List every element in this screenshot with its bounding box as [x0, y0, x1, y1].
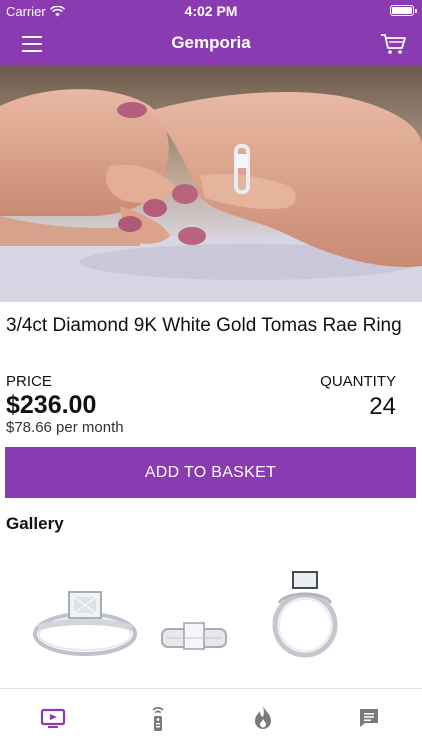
- gallery-title: Gallery: [6, 514, 64, 533]
- status-bar: Carrier 4:02 PM: [0, 0, 422, 22]
- gallery: [0, 552, 422, 672]
- product-title: 3/4ct Diamond 9K White Gold Tomas Rae Ri…: [6, 315, 402, 336]
- monthly-price: $78.66 per month: [6, 419, 124, 436]
- menu-button[interactable]: [18, 32, 46, 56]
- navbar: Gemporia: [0, 22, 422, 66]
- ring-flat-view-image[interactable]: [158, 617, 230, 662]
- cart-button[interactable]: [378, 30, 408, 58]
- quantity-label: QUANTITY: [320, 373, 396, 390]
- chat-icon: [360, 709, 378, 727]
- app-header: Carrier 4:02 PM Gemporia: [0, 0, 422, 66]
- tv-icon: [40, 708, 66, 728]
- hand-wearing-ring-image: [0, 66, 422, 302]
- tab-chat[interactable]: [354, 703, 384, 733]
- status-time: 4:02 PM: [184, 3, 238, 19]
- tab-remote[interactable]: [143, 703, 173, 733]
- hamburger-menu-icon: [22, 36, 42, 52]
- tab-tv[interactable]: [38, 703, 68, 733]
- ring-side-view-image[interactable]: [265, 567, 345, 667]
- price-value: $236.00: [6, 391, 97, 419]
- flame-icon: [255, 706, 271, 729]
- ring-front-view-image[interactable]: [30, 582, 140, 665]
- remote-icon: [152, 707, 164, 731]
- tab-hot-deals[interactable]: [248, 703, 278, 733]
- quantity-value: 24: [369, 393, 396, 420]
- product-hero-image[interactable]: [0, 66, 422, 302]
- shopping-cart-icon: [381, 34, 406, 54]
- app-title: Gemporia: [171, 33, 251, 52]
- battery-icon: [390, 5, 417, 16]
- tab-bar: [0, 688, 422, 750]
- add-to-basket-button[interactable]: ADD TO BASKET: [5, 447, 416, 498]
- price-label: PRICE: [6, 373, 52, 390]
